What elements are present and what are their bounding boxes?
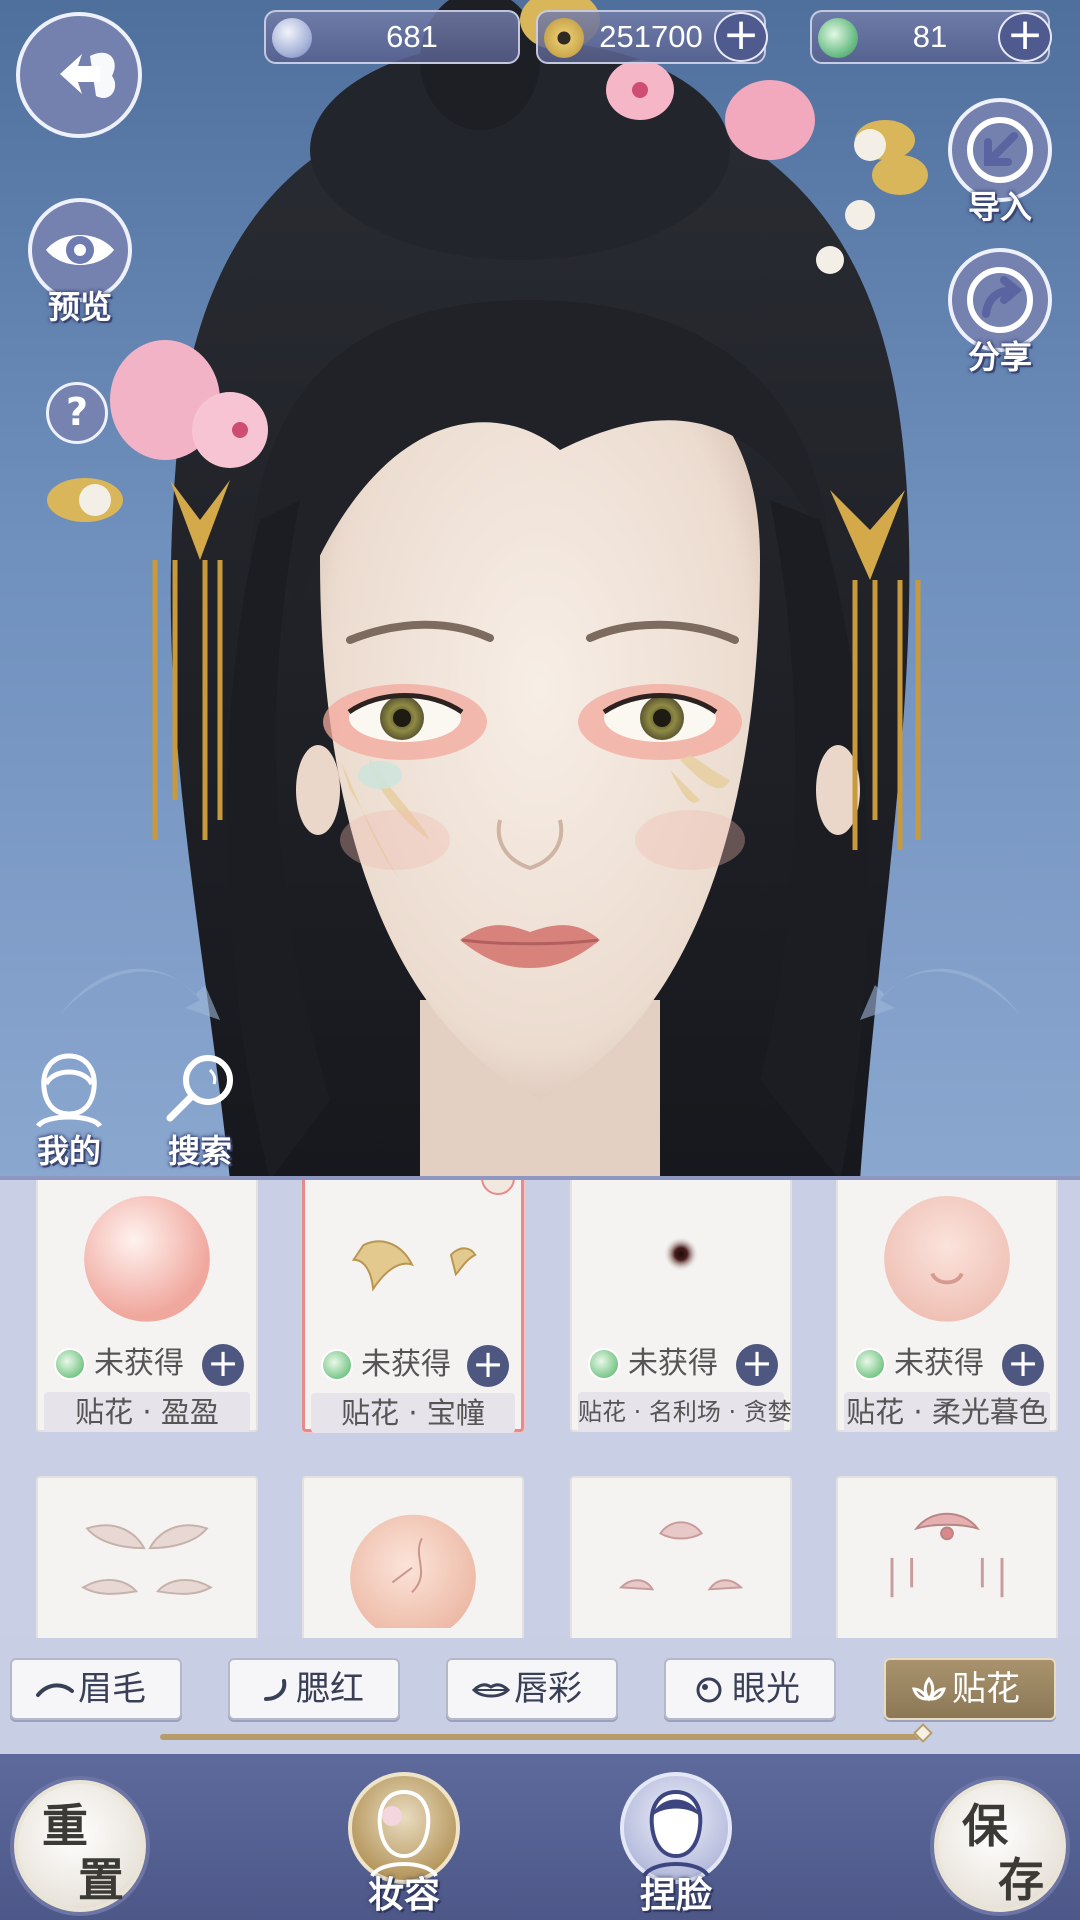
search-icon xyxy=(166,1055,233,1122)
currency-jade-value: 81 xyxy=(912,19,948,54)
face-mode-label: 捏脸 xyxy=(639,1874,712,1916)
item-card[interactable]: 未获得 + 贴花 · 柔光暮色 xyxy=(836,1180,1058,1432)
help-button[interactable]: ? xyxy=(46,382,108,444)
mine-button[interactable]: 我的 xyxy=(24,1048,114,1170)
item-status-text: 未获得 xyxy=(361,1347,451,1382)
add-item-button[interactable]: + xyxy=(1002,1344,1044,1386)
item-card[interactable] xyxy=(36,1476,258,1638)
feather-coin-icon xyxy=(272,18,312,58)
currency-copper: 251700 + xyxy=(536,10,768,64)
item-name: 贴花 · 宝幢 xyxy=(311,1393,515,1433)
makeup-avatar-icon xyxy=(370,1789,438,1878)
tab-decal-label: 贴花 xyxy=(952,1669,1020,1709)
search-label: 搜索 xyxy=(167,1132,232,1170)
add-copper-button[interactable]: + xyxy=(714,12,768,62)
category-tabs: 眉毛 腮红 唇彩 眼光 贴花 xyxy=(0,1638,1080,1754)
lips-icon xyxy=(472,1683,510,1698)
item-status-text: 未获得 xyxy=(628,1346,718,1381)
item-thumb-pink-sphere xyxy=(84,1195,210,1322)
item-thumb-nose xyxy=(884,1195,1010,1322)
tab-eye-light-label: 眼光 xyxy=(732,1669,800,1709)
bottom-bar: 重 置 妆容 捏脸 保 存 xyxy=(0,1754,1080,1920)
currency-jade: 81 + xyxy=(810,10,1052,64)
tab-lip-label: 唇彩 xyxy=(514,1669,582,1709)
item-card[interactable] xyxy=(836,1476,1058,1638)
add-item-button[interactable]: + xyxy=(202,1344,244,1386)
add-item-button[interactable]: + xyxy=(736,1344,778,1386)
eyebrow-icon xyxy=(36,1683,74,1697)
add-jade-button[interactable]: + xyxy=(998,12,1052,62)
item-name: 贴花 · 名利场 · 贪婪 xyxy=(578,1392,792,1432)
item-card[interactable]: 未获得 + 贴花 · 名利场 · 贪婪 xyxy=(570,1180,792,1432)
item-status-text: 未获得 xyxy=(94,1346,184,1381)
character-portrait xyxy=(47,0,1020,1180)
item-card-selected[interactable]: 未获得 + 贴花 · 宝幢 xyxy=(302,1180,524,1433)
item-status: 未获得 + xyxy=(305,1345,521,1387)
eye-light-icon xyxy=(696,1677,722,1703)
item-name: 贴花 · 盈盈 xyxy=(44,1392,250,1432)
tab-eyebrow-label: 眉毛 xyxy=(78,1669,146,1709)
item-name: 贴花 · 柔光暮色 xyxy=(844,1392,1050,1432)
butterfly-back-icon xyxy=(60,52,116,98)
item-thumb-crown xyxy=(890,1512,1004,1598)
item-thumb-gold-decal xyxy=(351,1240,477,1292)
copper-coin-icon xyxy=(544,18,584,58)
item-status: 未获得 + xyxy=(838,1344,1056,1386)
currency-feather: 681 xyxy=(264,10,520,64)
jade-token-icon xyxy=(818,18,858,58)
blush-icon xyxy=(264,1679,287,1701)
item-status: 未获得 + xyxy=(38,1344,256,1386)
item-card[interactable] xyxy=(570,1476,792,1638)
search-button[interactable]: 搜索 xyxy=(150,1048,250,1170)
tab-lip[interactable]: 唇彩 xyxy=(446,1658,618,1720)
reset-label-bottom: 置 xyxy=(78,1853,124,1907)
item-status: 未获得 + xyxy=(572,1344,790,1386)
jade-token-icon xyxy=(321,1349,353,1381)
lotus-icon xyxy=(911,1677,947,1702)
tab-eyebrow[interactable]: 眉毛 xyxy=(10,1658,182,1720)
preview-label: 预览 xyxy=(47,288,112,326)
tab-scroll-track[interactable] xyxy=(160,1734,920,1740)
add-item-button[interactable]: + xyxy=(467,1345,509,1387)
share-label: 分享 xyxy=(967,338,1032,376)
makeup-mode-label: 妆容 xyxy=(367,1874,440,1916)
question-icon: ? xyxy=(65,390,89,434)
save-button[interactable]: 保 存 xyxy=(934,1780,1066,1912)
character-viewport[interactable]: 681 251700 + 81 + 预览 ? 导入 分享 我的 搜索 xyxy=(0,0,1080,1180)
back-button[interactable] xyxy=(16,12,142,138)
item-status-text: 未获得 xyxy=(894,1346,984,1381)
currency-feather-value: 681 xyxy=(386,19,438,54)
item-thumb-lotus xyxy=(618,1521,744,1591)
mine-label: 我的 xyxy=(36,1132,101,1170)
jade-token-icon xyxy=(854,1348,886,1380)
currency-copper-value: 251700 xyxy=(599,19,703,54)
save-label-bottom: 存 xyxy=(998,1853,1044,1907)
import-label: 导入 xyxy=(967,188,1032,226)
item-thumb-feathers xyxy=(81,1524,213,1595)
jade-token-icon xyxy=(54,1348,86,1380)
item-card[interactable] xyxy=(302,1476,524,1638)
item-thumb-crack-sphere xyxy=(350,1514,476,1628)
item-grid-panel[interactable]: 未获得 + 贴花 · 盈盈 未获得 + 贴花 · 宝幢 未获得 + 贴花 · 名… xyxy=(0,1176,1080,1638)
item-thumb-dot xyxy=(663,1236,699,1272)
tab-eye-light[interactable]: 眼光 xyxy=(664,1658,836,1720)
face-avatar-icon xyxy=(642,1789,710,1878)
tab-blush[interactable]: 腮红 xyxy=(228,1658,400,1720)
jade-token-icon xyxy=(588,1348,620,1380)
item-card[interactable]: 未获得 + 贴花 · 盈盈 xyxy=(36,1180,258,1432)
tab-blush-label: 腮红 xyxy=(296,1669,364,1709)
tab-decal[interactable]: 贴花 xyxy=(884,1658,1056,1720)
profile-head-icon xyxy=(35,1053,103,1128)
reset-button[interactable]: 重 置 xyxy=(14,1780,146,1912)
